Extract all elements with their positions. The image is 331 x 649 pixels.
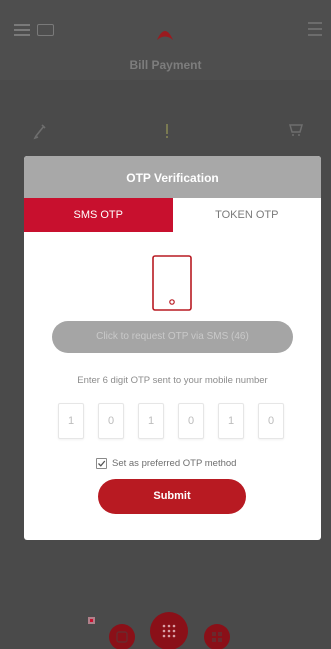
progress-steps	[0, 118, 331, 148]
otp-verification-modal: OTP Verification SMS OTP TOKEN OTP Click…	[24, 156, 321, 540]
app-header: Bill Payment	[0, 0, 331, 80]
dock-center-button[interactable]	[150, 612, 188, 649]
dock-left-button[interactable]	[109, 624, 135, 649]
overflow-menu-icon[interactable]	[308, 22, 322, 40]
step-three-icon	[289, 124, 303, 136]
otp-digit-input[interactable]: 0	[98, 403, 124, 439]
preferred-method-label: Set as preferred OTP method	[112, 457, 237, 469]
mobile-phone-icon	[152, 255, 192, 311]
preferred-method-row: Set as preferred OTP method	[96, 456, 236, 470]
page-title: Bill Payment	[129, 58, 202, 72]
scan-icon	[116, 631, 128, 643]
otp-digit-input[interactable]: 1	[58, 403, 84, 439]
submit-button[interactable]: Submit	[98, 479, 246, 514]
step-one-icon	[33, 124, 46, 140]
otp-digit-input[interactable]: 0	[258, 403, 284, 439]
brand-logo-icon	[157, 31, 173, 40]
bottom-dock	[0, 560, 331, 649]
otp-input-row: 1 0 1 0 1 0	[58, 403, 288, 439]
otp-digit-input[interactable]: 0	[178, 403, 204, 439]
notification-dot	[88, 617, 95, 624]
otp-digit-input[interactable]: 1	[218, 403, 244, 439]
otp-instruction: Enter 6 digit OTP sent to your mobile nu…	[77, 375, 268, 386]
otp-tabs: SMS OTP TOKEN OTP	[24, 198, 321, 232]
preferred-method-checkbox[interactable]	[96, 457, 107, 469]
otp-digit-input[interactable]: 1	[138, 403, 164, 439]
screen: Bill Payment OTP Verification SMS OTP TO…	[0, 0, 331, 649]
dock-right-button[interactable]	[204, 624, 230, 649]
tab-sms-otp[interactable]: SMS OTP	[24, 198, 173, 232]
qr-icon	[212, 632, 222, 642]
modal-title: OTP Verification	[24, 156, 321, 198]
card-icon[interactable]	[37, 24, 54, 36]
hamburger-menu-icon[interactable]	[14, 24, 30, 36]
request-otp-button[interactable]: Click to request OTP via SMS (46)	[52, 321, 293, 353]
grid-icon	[162, 624, 176, 638]
tab-token-otp[interactable]: TOKEN OTP	[172, 198, 321, 232]
checkmark-icon	[98, 460, 106, 467]
step-two-icon	[166, 124, 168, 138]
